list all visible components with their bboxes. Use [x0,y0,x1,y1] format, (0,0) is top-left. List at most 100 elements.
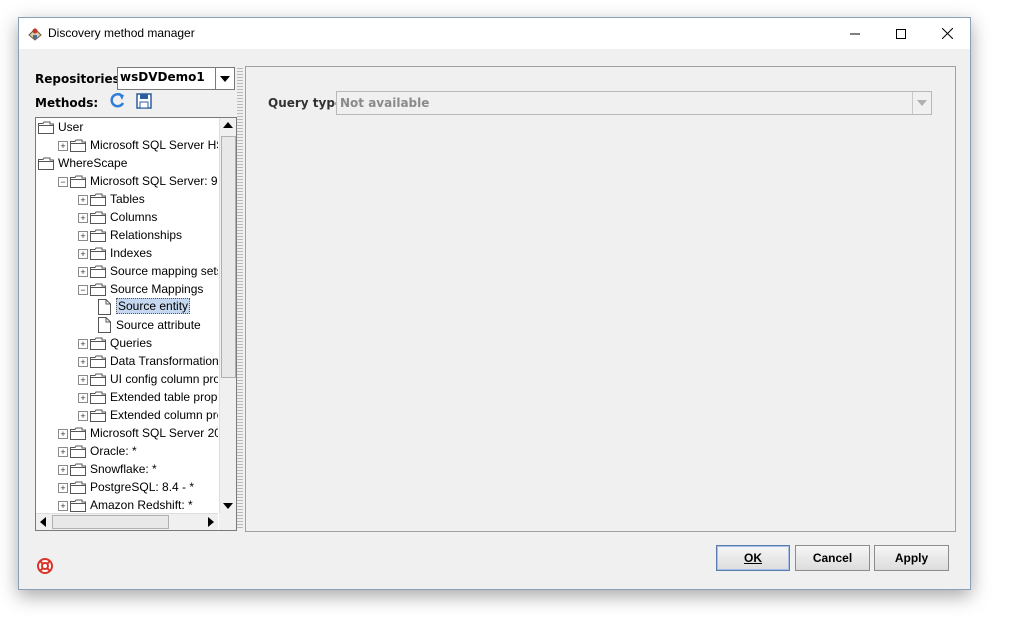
expand-icon[interactable]: + [78,411,88,421]
tree-node-label: User [58,120,84,134]
folder-icon [70,139,86,152]
collapse-icon[interactable]: − [58,177,68,187]
expand-icon[interactable]: + [78,357,88,367]
tree-vertical-scrollbar[interactable] [219,118,236,513]
ok-button[interactable]: OK [716,545,790,571]
tree-node-label: Extended column prop [110,408,218,422]
panel-splitter[interactable] [237,66,243,530]
folder-icon [70,481,86,494]
apply-button[interactable]: Apply [874,545,949,571]
cancel-button-label: Cancel [812,551,853,565]
expand-icon[interactable]: + [78,249,88,259]
repositories-dropdown[interactable]: wsDVDemo1 [117,67,235,90]
tree-rows: User + Microsoft SQL Server HS: 9 WhereScap… [36,118,218,513]
folder-icon [90,337,106,350]
cancel-button[interactable]: Cancel [795,545,870,571]
query-type-dropdown[interactable]: Not available [336,91,932,115]
tree-node-label: Tables [110,192,145,206]
expand-icon[interactable]: + [78,375,88,385]
folder-icon [90,265,106,278]
folder-open-icon [38,157,54,170]
help-icon[interactable] [37,558,53,574]
folder-icon [90,211,106,224]
expand-icon[interactable]: + [78,339,88,349]
tree-node-label: Amazon Redshift: * [90,498,193,512]
scroll-thumb[interactable] [221,136,236,378]
expand-icon[interactable]: + [78,393,88,403]
folder-icon [70,463,86,476]
apply-button-label: Apply [894,551,929,565]
tree-node-label: Relationships [110,228,183,242]
tree-node-label: Columns [110,210,158,224]
scroll-left-icon[interactable] [40,517,46,527]
repositories-label: Repositories : [35,72,129,86]
tree-node-label: Data Transformations [110,354,218,368]
expand-icon[interactable]: + [78,267,88,277]
tree-node-label: Source attribute [116,318,201,332]
expand-icon[interactable]: + [58,501,68,511]
expand-icon[interactable]: + [58,465,68,475]
expand-icon[interactable]: + [58,447,68,457]
save-icon[interactable] [135,92,153,110]
tree-node-label: WhereScape [58,156,128,170]
expand-icon[interactable]: + [58,429,68,439]
repositories-value: wsDVDemo1 [120,70,205,84]
expand-icon[interactable]: + [58,483,68,493]
tree-node-label: Oracle: * [90,444,137,458]
maximize-icon [896,28,906,39]
tree-node-label: Snowflake: * [90,462,157,476]
dialog-window: Discovery method manager Repositories : … [18,17,971,590]
chevron-down-icon[interactable] [215,68,234,89]
minimize-icon [850,33,860,34]
file-icon [98,317,114,333]
tree-node-label: Source mapping sets [110,264,218,278]
tree-node-label: Microsoft SQL Server 2000 [90,426,218,440]
method-details-panel: Query type: Not available [245,66,956,532]
folder-icon [90,409,106,422]
folder-icon [90,373,106,386]
folder-icon [70,427,86,440]
title-bar[interactable]: Discovery method manager [19,18,970,49]
folder-icon [90,247,106,260]
query-type-value: Not available [340,96,430,110]
close-icon [941,28,953,39]
app-icon [28,28,42,41]
expand-icon[interactable]: + [78,195,88,205]
chevron-down-icon[interactable] [912,92,931,114]
folder-open-icon [70,175,86,188]
close-button[interactable] [924,18,970,49]
methods-label: Methods: [35,96,99,110]
tree-node-label: PostgreSQL: 8.4 - * [90,480,195,494]
scroll-right-icon[interactable] [208,517,214,527]
tree-node-label: Indexes [110,246,153,260]
folder-icon [70,445,86,458]
hscroll-thumb[interactable] [52,515,169,529]
scroll-down-icon[interactable] [223,503,233,509]
folder-open-icon [38,121,54,134]
tree-node-label: Source Mappings [110,282,204,296]
folder-icon [90,355,106,368]
expand-icon[interactable]: + [78,231,88,241]
repository-panel: Repositories : wsDVDemo1 Methods: User + M… [33,66,237,531]
minimize-button[interactable] [832,18,878,49]
folder-open-icon [90,283,106,296]
tree-horizontal-scrollbar[interactable] [36,513,218,530]
scroll-up-icon[interactable] [223,122,233,128]
window-title: Discovery method manager [48,26,195,40]
file-icon [98,299,114,315]
refresh-icon[interactable] [109,92,127,110]
collapse-icon[interactable]: − [78,285,88,295]
folder-icon [90,229,106,242]
maximize-button[interactable] [878,18,924,49]
ok-button-label: OK [744,551,762,565]
tree-node-label: Source entity [116,298,191,314]
folder-icon [90,193,106,206]
expand-icon[interactable]: + [78,213,88,223]
tree-node-label: UI config column prope [110,372,218,386]
methods-tree[interactable]: User + Microsoft SQL Server HS: 9 WhereScap… [35,117,237,531]
tree-node-label: Microsoft SQL Server: 9.0 - [90,174,218,188]
expand-icon[interactable]: + [58,141,68,151]
scrollbar-corner [219,513,236,530]
folder-icon [90,391,106,404]
folder-icon [70,499,86,512]
